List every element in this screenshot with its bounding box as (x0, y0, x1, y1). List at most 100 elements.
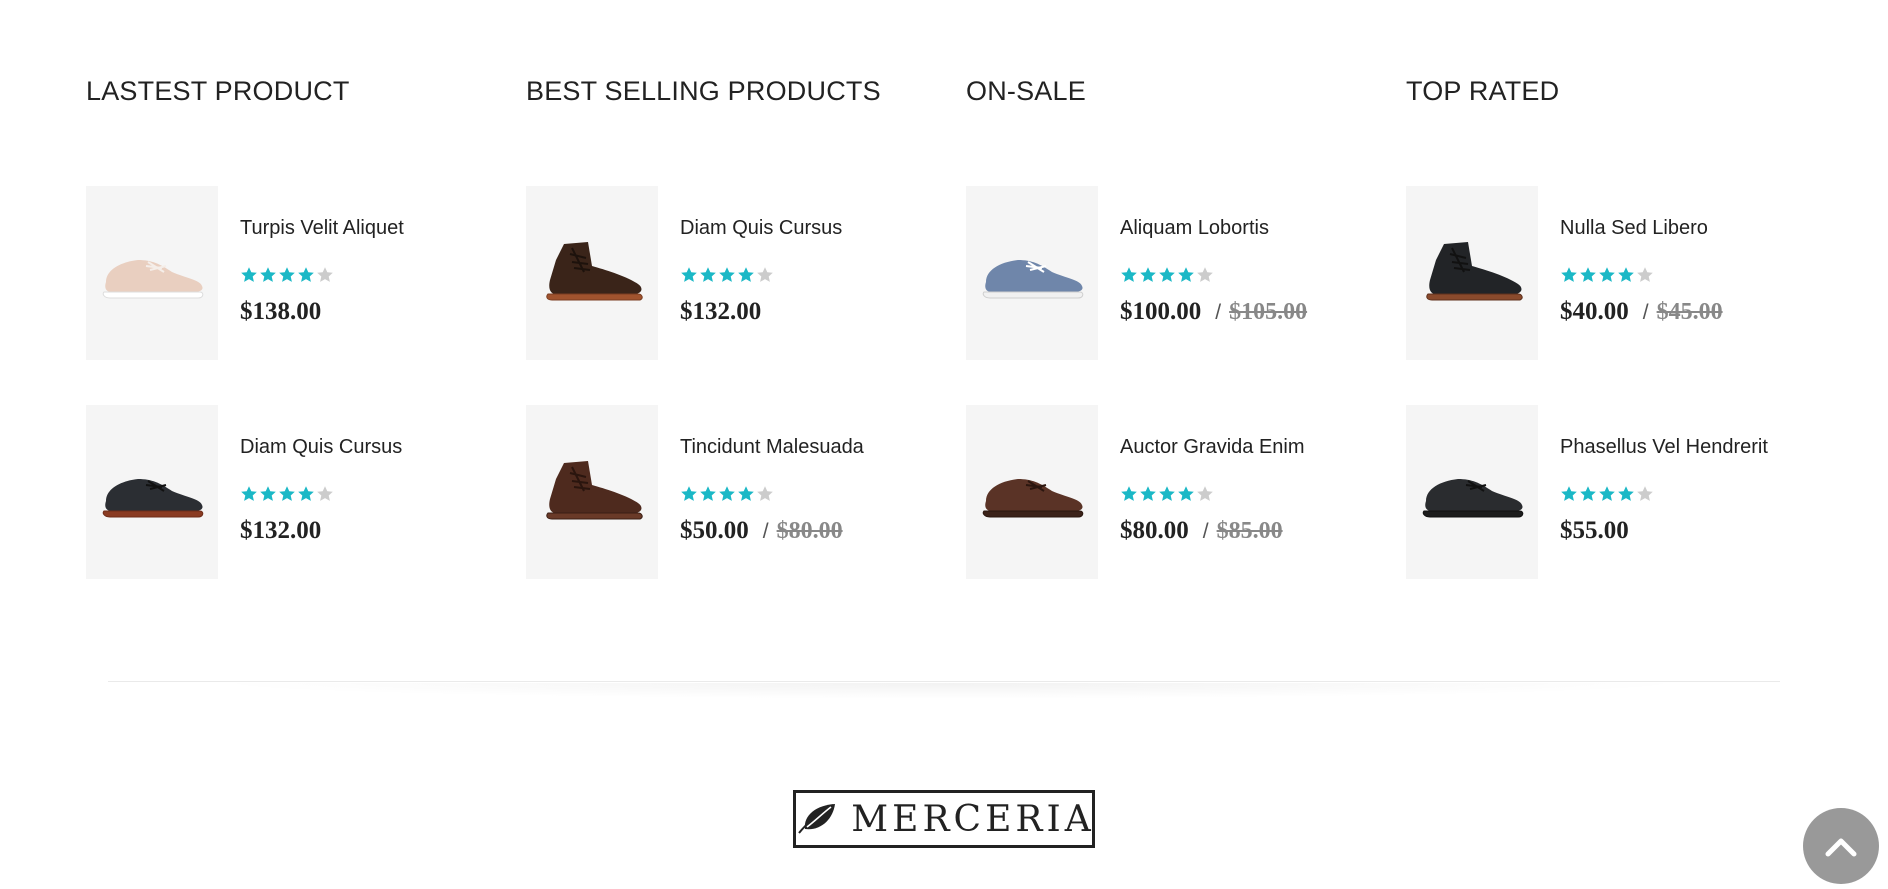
product-item: Nulla Sed Libero $40.00 / $45.00 (1406, 186, 1846, 360)
rating-stars (1120, 266, 1214, 284)
star-filled-icon (259, 266, 277, 284)
product-image[interactable] (86, 186, 218, 360)
star-filled-icon (737, 485, 755, 503)
product-name-link[interactable]: Tincidunt Malesuada (680, 436, 864, 459)
product-name-link[interactable]: Aliquam Lobortis (1120, 217, 1269, 240)
star-filled-icon (680, 485, 698, 503)
star-empty-icon (1196, 266, 1214, 284)
product-name-link[interactable]: Diam Quis Cursus (680, 217, 842, 240)
star-filled-icon (240, 485, 258, 503)
product-image[interactable] (966, 405, 1098, 579)
product-item: Aliquam Lobortis $100.00 / $105.00 (966, 186, 1406, 360)
product-price: $138.00 (240, 298, 322, 325)
shoe-image (94, 455, 210, 530)
product-price: $132.00 (680, 298, 762, 325)
product-item: Diam Quis Cursus $132.00 (526, 186, 966, 360)
shoe-image (1414, 455, 1530, 530)
chevron-up-icon (1825, 835, 1857, 857)
product-image[interactable] (526, 186, 658, 360)
product-image[interactable] (526, 405, 658, 579)
logo-text: MERCERIA (851, 798, 1095, 840)
star-filled-icon (718, 266, 736, 284)
star-filled-icon (240, 266, 258, 284)
old-price: $45.00 (1656, 299, 1723, 325)
star-empty-icon (1636, 485, 1654, 503)
section-divider (108, 681, 1780, 682)
star-filled-icon (259, 485, 277, 503)
divider-shadow (200, 683, 1700, 699)
star-filled-icon (1579, 266, 1597, 284)
star-filled-icon (699, 266, 717, 284)
star-empty-icon (1636, 266, 1654, 284)
price-separator: / (1202, 520, 1209, 543)
old-price: $105.00 (1229, 299, 1308, 325)
product-price: $100.00 (1120, 298, 1202, 325)
product-widgets: LASTEST PRODUCT Turpis Velit Aliquet $13… (86, 0, 1846, 600)
old-price: $85.00 (1216, 518, 1283, 544)
star-filled-icon (297, 485, 315, 503)
star-filled-icon (737, 266, 755, 284)
product-image[interactable] (86, 405, 218, 579)
star-filled-icon (1120, 485, 1138, 503)
star-filled-icon (1158, 266, 1176, 284)
star-filled-icon (1560, 485, 1578, 503)
price-row: $40.00 / $45.00 (1560, 298, 1723, 326)
widget-title: LASTEST PRODUCT (86, 76, 350, 106)
widget-title: BEST SELLING PRODUCTS (526, 76, 881, 106)
star-filled-icon (297, 266, 315, 284)
product-image[interactable] (1406, 405, 1538, 579)
product-name-link[interactable]: Phasellus Vel Hendrerit (1560, 436, 1768, 459)
widget-title: TOP RATED (1406, 76, 1560, 106)
star-empty-icon (756, 485, 774, 503)
product-price: $132.00 (240, 517, 322, 544)
shoe-image (94, 236, 210, 311)
shoe-image (974, 236, 1090, 311)
price-row: $100.00 / $105.00 (1120, 298, 1307, 326)
product-image[interactable] (966, 186, 1098, 360)
product-item: Tincidunt Malesuada $50.00 / $80.00 (526, 405, 966, 579)
product-item: Turpis Velit Aliquet $138.00 (86, 186, 526, 360)
product-name-link[interactable]: Turpis Velit Aliquet (240, 217, 404, 240)
star-empty-icon (1196, 485, 1214, 503)
star-filled-icon (1617, 266, 1635, 284)
shoe-image (534, 455, 650, 530)
rating-stars (680, 266, 774, 284)
shoe-image (1414, 236, 1530, 311)
product-name-link[interactable]: Auctor Gravida Enim (1120, 436, 1305, 459)
price-row: $55.00 (1560, 517, 1629, 545)
leaf-icon (793, 801, 839, 837)
old-price: $80.00 (776, 518, 843, 544)
price-row: $138.00 (240, 298, 321, 326)
product-item: Phasellus Vel Hendrerit $55.00 (1406, 405, 1846, 579)
price-separator: / (1642, 301, 1649, 324)
product-image[interactable] (1406, 186, 1538, 360)
star-filled-icon (278, 485, 296, 503)
rating-stars (1120, 485, 1214, 503)
star-filled-icon (1139, 266, 1157, 284)
star-filled-icon (1579, 485, 1597, 503)
product-name-link[interactable]: Diam Quis Cursus (240, 436, 402, 459)
price-row: $132.00 (680, 298, 761, 326)
star-filled-icon (1598, 266, 1616, 284)
shoe-image (974, 455, 1090, 530)
star-filled-icon (278, 266, 296, 284)
star-filled-icon (1598, 485, 1616, 503)
star-filled-icon (699, 485, 717, 503)
star-filled-icon (1139, 485, 1157, 503)
star-filled-icon (1158, 485, 1176, 503)
footer-logo[interactable]: MERCERIA (793, 790, 1095, 848)
product-item: Diam Quis Cursus $132.00 (86, 405, 526, 579)
star-empty-icon (756, 266, 774, 284)
price-row: $80.00 / $85.00 (1120, 517, 1283, 545)
rating-stars (680, 485, 774, 503)
price-row: $50.00 / $80.00 (680, 517, 843, 545)
product-price: $50.00 (680, 517, 749, 544)
product-name-link[interactable]: Nulla Sed Libero (1560, 217, 1708, 240)
price-separator: / (1215, 301, 1222, 324)
product-price: $80.00 (1120, 517, 1189, 544)
product-item: Auctor Gravida Enim $80.00 / $85.00 (966, 405, 1406, 579)
rating-stars (1560, 485, 1654, 503)
star-empty-icon (316, 485, 334, 503)
back-to-top-button[interactable] (1803, 808, 1879, 884)
price-separator: / (762, 520, 769, 543)
